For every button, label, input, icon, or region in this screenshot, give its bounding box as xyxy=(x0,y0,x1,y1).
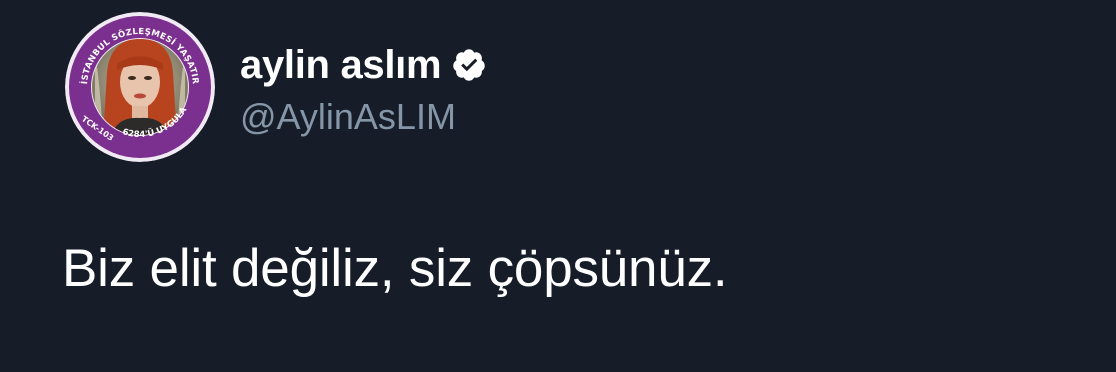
author-handle[interactable]: @AylinAsLIM xyxy=(240,96,456,138)
tweet-card: İSTANBUL SÖZLEŞMESİ YAŞATIR 6284'Ü UYGUL… xyxy=(0,0,1116,372)
verified-badge-icon xyxy=(451,47,487,83)
avatar[interactable]: İSTANBUL SÖZLEŞMESİ YAŞATIR 6284'Ü UYGUL… xyxy=(65,12,215,162)
author-display-name[interactable]: aylin aslım xyxy=(240,43,442,88)
avatar-image: İSTANBUL SÖZLEŞMESİ YAŞATIR 6284'Ü UYGUL… xyxy=(65,12,215,162)
author-name-row: aylin aslım xyxy=(240,40,487,90)
tweet-text: Biz elit değiliz, siz çöpsünüz. xyxy=(62,239,728,298)
